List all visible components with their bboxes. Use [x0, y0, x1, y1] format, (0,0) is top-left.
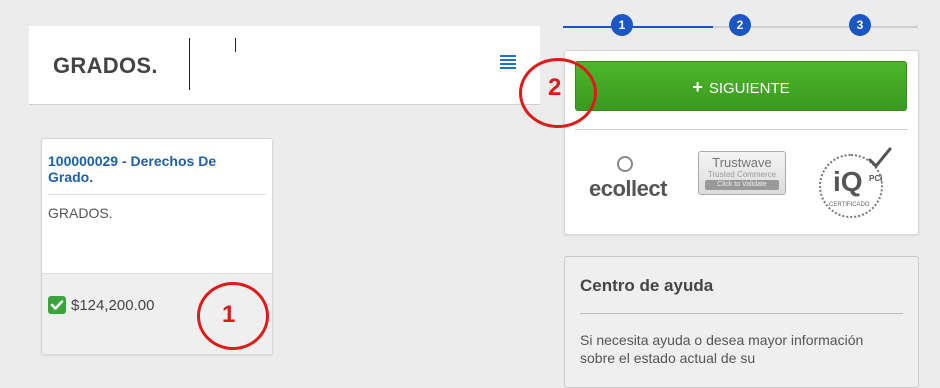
ecollect-text: ecollect — [589, 176, 667, 201]
product-price: $124,200.00 — [71, 297, 155, 314]
annotation-number-1: 1 — [222, 301, 236, 328]
annotation-number-2: 2 — [548, 74, 562, 101]
action-divider — [575, 129, 908, 130]
page-title: GRADOS. — [53, 53, 158, 78]
list-icon[interactable] — [500, 55, 516, 69]
next-button-label: SIGUIENTE — [708, 80, 790, 97]
annotation-marker-2: 2 — [519, 58, 597, 128]
trustwave-subtitle: Trusted Commerce — [707, 170, 777, 179]
product-description: GRADOS. — [48, 205, 113, 221]
trustwave-badge[interactable]: Trustwave Trusted Commerce Click to Vali… — [698, 151, 786, 195]
iq-pci-label: PCI — [869, 174, 883, 183]
step-3[interactable]: 3 — [849, 14, 871, 36]
header-divider-short — [235, 38, 236, 52]
iq-certificado: CERTIFICADO — [829, 202, 870, 208]
trustwave-name: Trustwave — [712, 155, 772, 170]
ecollect-logo: ecollect — [589, 156, 681, 206]
header-divider — [189, 38, 190, 90]
ecollect-mark-icon — [617, 156, 633, 172]
help-text: Si necesita ayuda o desea mayor informac… — [580, 332, 864, 366]
help-title: Centro de ayuda — [580, 276, 714, 295]
action-card: + SIGUIENTE ecollect Trustwave Trusted Co… — [564, 50, 919, 235]
checkmark-icon — [868, 147, 892, 169]
step-line-active — [563, 26, 713, 28]
next-button[interactable]: + SIGUIENTE — [575, 61, 907, 111]
iq-pci-seal: iQ PCI CERTIFICADO — [817, 146, 893, 218]
product-link[interactable]: 100000029 - Derechos De Grado. — [48, 153, 258, 185]
iq-text: iQ — [833, 166, 863, 197]
annotation-marker-1: 1 — [197, 282, 269, 350]
select-checkbox[interactable] — [48, 296, 66, 314]
help-divider — [580, 313, 903, 314]
step-1[interactable]: 1 — [611, 14, 633, 36]
step-2[interactable]: 2 — [729, 14, 751, 36]
trustwave-validate: Click to Validate — [705, 180, 779, 190]
help-panel: Centro de ayuda Si necesita ayuda o dese… — [564, 256, 919, 388]
plus-icon: + — [692, 77, 703, 97]
check-icon — [50, 300, 64, 310]
progress-stepper: 1 2 3 — [563, 12, 918, 42]
header-panel: GRADOS. — [29, 26, 540, 105]
card-divider — [48, 194, 266, 195]
